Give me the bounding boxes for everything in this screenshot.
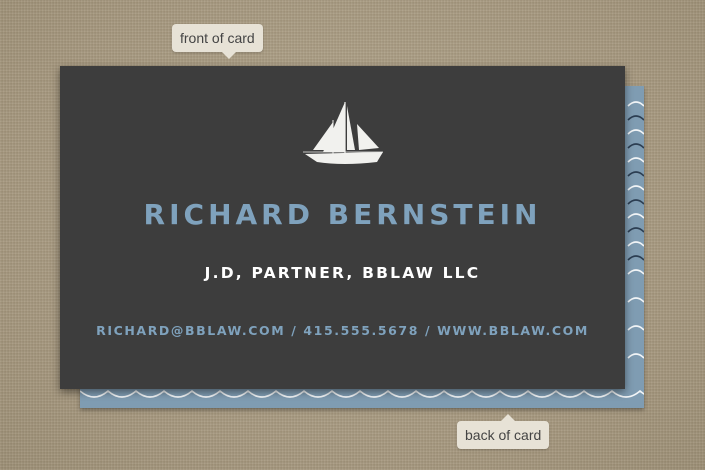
card-name: RICHARD BERNSTEIN bbox=[143, 198, 542, 231]
back-of-card-label: back of card bbox=[457, 414, 550, 449]
card-title: J.D, PARTNER, BBLAW LLC bbox=[204, 264, 481, 282]
sailboat-icon bbox=[303, 102, 383, 164]
card-contact: RICHARD@BBLAW.COM / 415.555.5678 / WWW.B… bbox=[96, 323, 589, 338]
front-of-card: RICHARD BERNSTEIN J.D, PARTNER, BBLAW LL… bbox=[60, 66, 625, 389]
front-of-card-label: front of card bbox=[172, 24, 263, 59]
